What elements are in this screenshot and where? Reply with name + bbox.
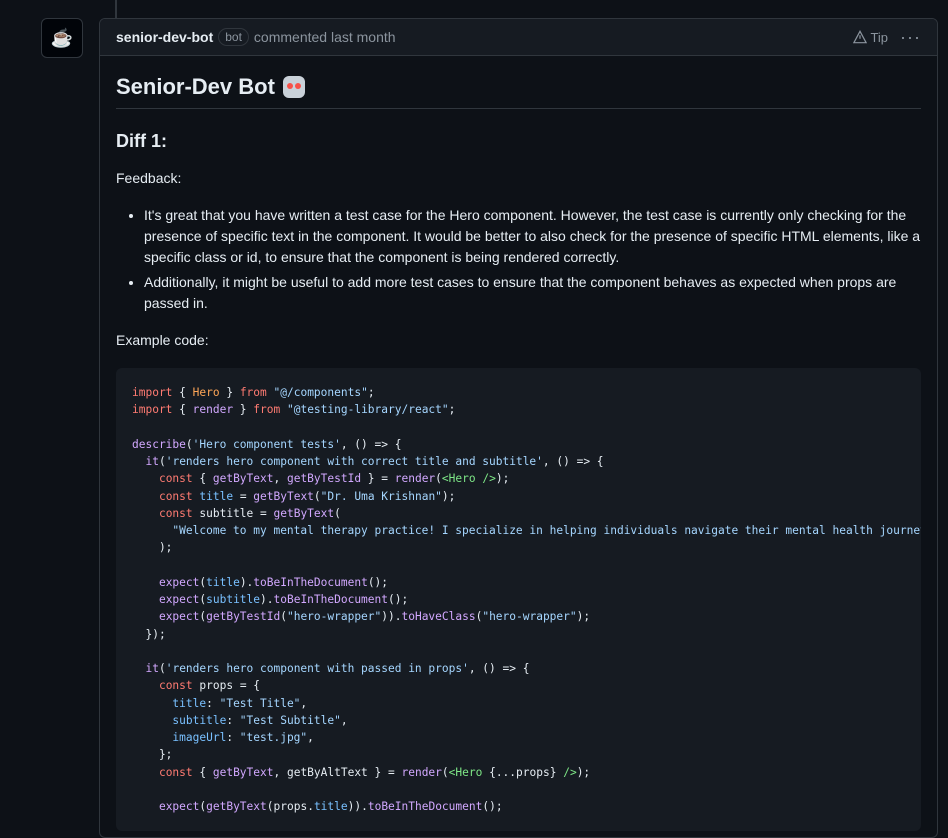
code-line: it('renders hero component with correct … [145,455,604,468]
code-line: const title = getByText("Dr. Uma Krishna… [158,489,456,503]
comment-body: Senior-Dev Bot Diff 1: Feedback: It's gr… [100,74,937,832]
code-line: "Welcome to my mental therapy practice! … [172,524,921,537]
code-line: }); [132,627,166,641]
mug-icon: ☕ [50,27,74,48]
list-item: Additionally, it might be useful to add … [144,272,921,314]
code-line: const { getByText, getByAltText } = rend… [158,765,591,779]
comment-timestamp[interactable]: commented last month [254,29,396,45]
code-line: import { render } from "@testing-library… [132,403,456,417]
bot-avatar[interactable]: ☕ [41,18,83,58]
feedback-list: It's great that you have written a test … [116,205,921,314]
code-line: ); [132,541,173,555]
comment-header: senior-dev-bot bot commented last month … [100,19,937,56]
code-line: expect(title).toBeInTheDocument(); [158,575,389,589]
code-line: import { Hero } from "@/components"; [132,386,375,399]
code-line: expect(getByTestId("hero-wrapper")).toHa… [158,610,591,624]
code-block: import { Hero } from "@/components"; impo… [116,368,921,832]
code-line: expect(getByText(props.title)).toBeInThe… [158,800,503,813]
timeline-line [115,0,117,18]
tip-label: Tip [870,29,889,45]
list-item: It's great that you have written a test … [144,205,921,268]
code-line: it('renders hero component with passed i… [145,662,530,675]
code-line: const props = { [158,679,261,693]
warning-triangle-icon [853,30,868,44]
comment-title: Senior-Dev Bot [116,74,921,109]
code-line: title: "Test Title", [172,696,308,710]
robot-icon [282,76,305,98]
kebab-icon[interactable]: ··· [900,28,921,46]
author-link[interactable]: senior-dev-bot [116,29,213,45]
code-line: describe('Hero component tests', () => { [132,437,402,451]
feedback-label: Feedback: [116,170,182,186]
example-label: Example code: [116,332,209,348]
code-line: const { getByText, getByTestId } = rende… [158,472,510,486]
code-line: expect(subtitle).toBeInTheDocument(); [158,593,409,606]
code-line: }; [132,748,173,762]
comment-box: senior-dev-bot bot commented last month … [99,18,938,838]
diff-heading: Diff 1: [116,131,167,151]
code-line: const subtitle = getByText( [158,506,341,520]
bot-badge: bot [218,28,249,46]
code-line: imageUrl: "test.jpg", [172,731,314,744]
code-line: subtitle: "Test Subtitle", [172,713,348,727]
tip-button[interactable]: Tip [853,30,888,45]
